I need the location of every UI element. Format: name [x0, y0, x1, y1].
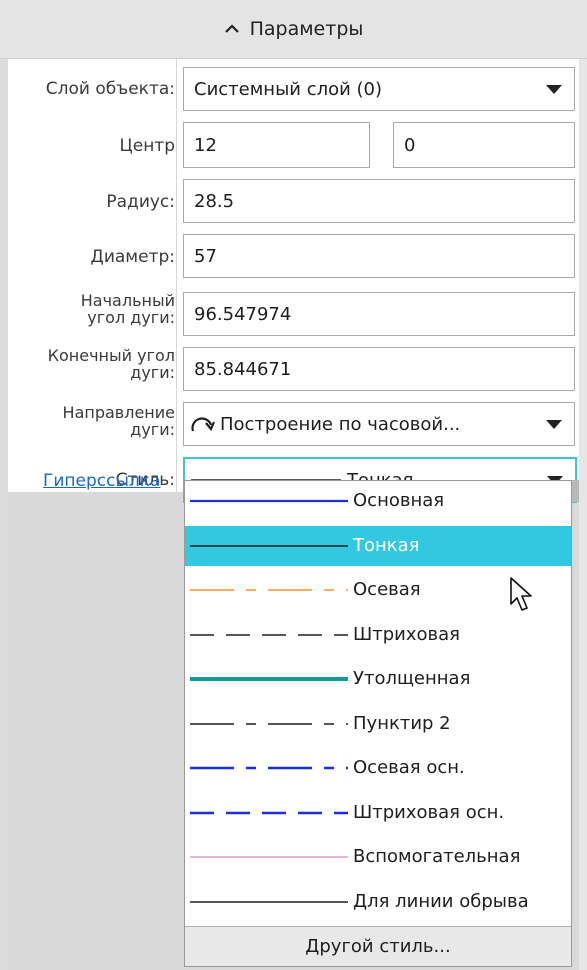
layer-select[interactable]: Системный слой (0): [183, 67, 575, 111]
line-style-swatch: [190, 856, 348, 858]
direction-label-line1: Направление: [62, 403, 175, 422]
style-option-item[interactable]: Осевая осн.: [185, 748, 571, 788]
mouse-cursor-icon: [510, 577, 532, 611]
line-style-swatch: [190, 499, 348, 503]
end-angle-input[interactable]: 85.844671: [183, 347, 575, 391]
start-angle-input[interactable]: 96.547974: [183, 292, 575, 336]
direction-label: Направление дуги:: [63, 404, 175, 438]
direction-label-line2: дуги:: [130, 420, 175, 439]
direction-select-value: Построение по часовой...: [220, 413, 461, 435]
style-option-item[interactable]: Вспомогательная: [185, 837, 571, 877]
style-option-label: Штриховая: [353, 623, 460, 645]
chevron-up-icon: [224, 24, 239, 33]
style-dropdown-list: Основная Тонкая Осевая Штриховая Утолщенная П…: [184, 480, 572, 967]
parameters-header[interactable]: Параметры: [0, 0, 587, 59]
style-option-item[interactable]: Тонкая: [185, 525, 571, 566]
style-option-item[interactable]: Для линии обрыва: [185, 882, 571, 922]
style-option-label: Тонкая: [353, 534, 420, 556]
panel-right-edge: [579, 59, 587, 970]
dropdown-arrow-icon: [546, 420, 562, 429]
dropdown-arrow-icon: [546, 85, 562, 94]
start-angle-label: Начальный угол дуги:: [81, 292, 175, 326]
center-label: Центр: [119, 136, 175, 156]
line-style-swatch: [190, 633, 348, 636]
center-x-input[interactable]: 12: [183, 122, 370, 168]
start-angle-label-line1: Начальный: [80, 291, 175, 310]
style-option-item[interactable]: Штриховая осн.: [185, 793, 571, 833]
style-option-item[interactable]: Утолщенная: [185, 659, 571, 699]
end-angle-label-line1: Конечный угол: [47, 346, 175, 365]
style-option-item[interactable]: Основная: [185, 481, 571, 521]
clockwise-arrow-icon: [191, 417, 216, 432]
line-style-swatch: [190, 589, 348, 591]
direction-select[interactable]: Построение по часовой...: [183, 402, 575, 446]
scrollbar-thumb[interactable]: [572, 480, 579, 502]
diameter-input[interactable]: 57: [183, 234, 575, 278]
other-style-button[interactable]: Другой стиль...: [185, 926, 571, 966]
layer-label: Слой объекта:: [45, 79, 175, 99]
style-option-label: Штриховая осн.: [353, 801, 505, 823]
line-style-swatch: [190, 722, 348, 725]
panel-left-edge: [0, 59, 8, 970]
line-style-swatch: [190, 677, 348, 681]
style-option-label: Вспомогательная: [353, 846, 521, 867]
start-angle-label-line2: угол дуги:: [87, 308, 175, 327]
style-option-label: Утолщенная: [353, 668, 471, 689]
header-title: Параметры: [249, 18, 364, 40]
radius-label: Радиус:: [106, 192, 175, 212]
style-option-label: Осевая: [353, 579, 421, 600]
hyperlink[interactable]: Гиперссылка: [43, 471, 160, 491]
radius-input[interactable]: 28.5: [183, 179, 575, 223]
properties-panel: Параметры Слой объекта: Системный слой (…: [0, 0, 587, 970]
line-style-swatch: [190, 766, 348, 770]
line-style-swatch: [190, 900, 348, 903]
style-option-item[interactable]: Пунктир 2: [185, 704, 571, 744]
style-option-label: Для линии обрыва: [353, 890, 529, 912]
end-angle-label: Конечный угол дуги:: [48, 347, 175, 381]
center-y-input[interactable]: 0: [393, 122, 575, 168]
end-angle-label-line2: дуги:: [130, 363, 175, 382]
style-option-label: Осевая осн.: [353, 757, 465, 778]
label-column-divider: [176, 59, 177, 492]
diameter-label: Диаметр:: [90, 247, 175, 267]
layer-select-value: Системный слой (0): [194, 78, 383, 100]
style-option-label: Пунктир 2: [353, 712, 451, 734]
style-option-item[interactable]: Штриховая: [185, 615, 571, 655]
style-option-label: Основная: [353, 490, 445, 511]
line-style-swatch: [190, 544, 348, 547]
line-style-swatch: [190, 811, 348, 814]
